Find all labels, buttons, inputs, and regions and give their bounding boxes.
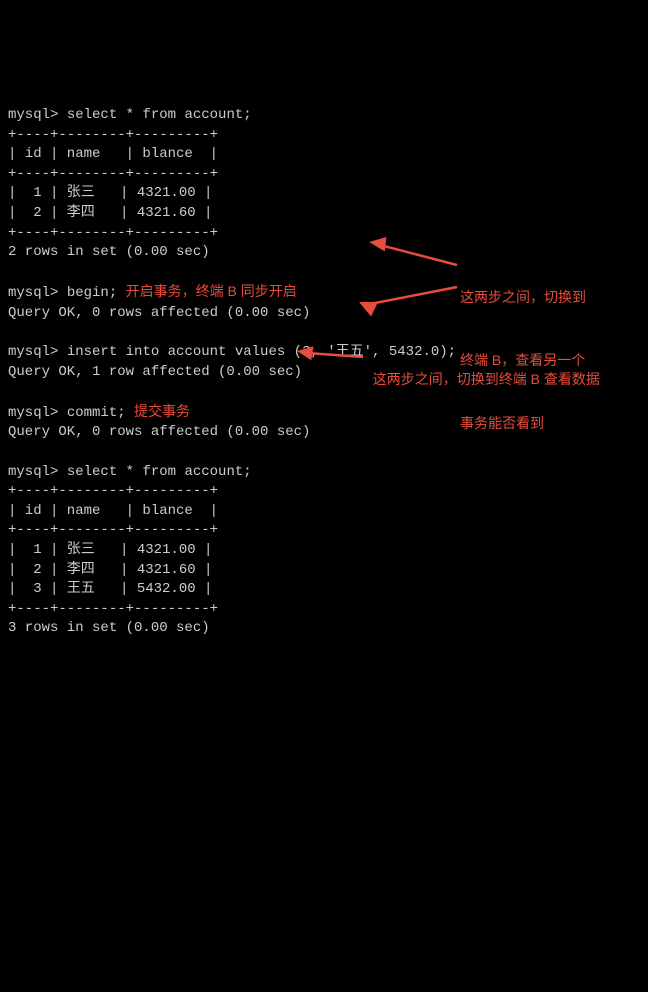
- mysql-prompt: mysql>: [8, 405, 58, 421]
- result-summary: 3 rows in set (0.00 sec): [8, 620, 210, 636]
- annotation-commit: 提交事务: [134, 403, 190, 419]
- annotation-line: 事务能否看到: [460, 413, 586, 434]
- sql-select1: select * from account;: [67, 107, 252, 123]
- mysql-prompt: mysql>: [8, 107, 58, 123]
- sql-select2: select * from account;: [67, 464, 252, 480]
- table-row: | 2 | 李四 | 4321.60 |: [8, 205, 212, 221]
- table-row: | 2 | 李四 | 4321.60 |: [8, 562, 212, 578]
- prompt-line: mysql> begin; 开启事务，终端 B 同步开启: [8, 285, 297, 301]
- prompt-line: mysql> select * from account;: [8, 107, 252, 123]
- sql-commit: commit;: [67, 405, 126, 421]
- table-row: | 1 | 张三 | 4321.00 |: [8, 542, 212, 558]
- result-ok: Query OK, 0 rows affected (0.00 sec): [8, 305, 310, 321]
- prompt-line: mysql> select * from account;: [8, 464, 252, 480]
- annotation-bottom: 这两步之间，切换到终端 B 查看数据: [365, 348, 600, 390]
- table-border: +----+--------+---------+: [8, 601, 218, 617]
- table-border: +----+--------+---------+: [8, 127, 218, 143]
- prompt-line: mysql> commit; 提交事务: [8, 405, 190, 421]
- table-border: +----+--------+---------+: [8, 166, 218, 182]
- table-row: | 3 | 王五 | 5432.00 |: [8, 581, 212, 597]
- table-border: +----+--------+---------+: [8, 483, 218, 499]
- table-header: | id | name | blance |: [8, 503, 218, 519]
- result-summary: 2 rows in set (0.00 sec): [8, 244, 210, 260]
- annotation-line: 这两步之间，切换到终端 B 查看数据: [373, 371, 600, 387]
- table-header: | id | name | blance |: [8, 146, 218, 162]
- mysql-prompt: mysql>: [8, 285, 58, 301]
- annotation-line: 这两步之间，切换到: [460, 287, 586, 308]
- table-row: | 1 | 张三 | 4321.00 |: [8, 185, 212, 201]
- sql-begin: begin;: [67, 285, 117, 301]
- mysql-prompt: mysql>: [8, 344, 58, 360]
- table-border: +----+--------+---------+: [8, 225, 218, 241]
- table-border: +----+--------+---------+: [8, 522, 218, 538]
- annotation-begin: 开启事务，终端 B 同步开启: [126, 283, 297, 299]
- result-ok: Query OK, 0 rows affected (0.00 sec): [8, 424, 310, 440]
- result-ok: Query OK, 1 row affected (0.00 sec): [8, 364, 302, 380]
- mysql-prompt: mysql>: [8, 464, 58, 480]
